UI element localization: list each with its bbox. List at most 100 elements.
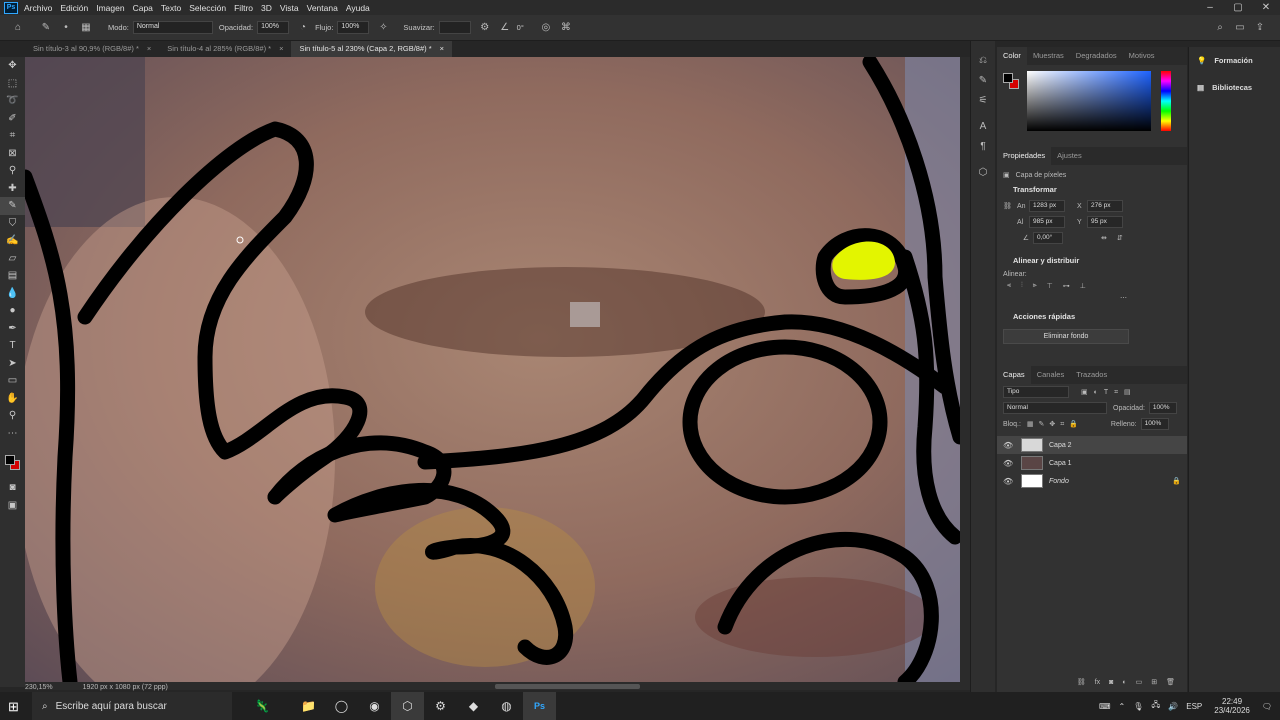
move-tool-icon[interactable]: ✥ — [0, 57, 25, 75]
document-canvas[interactable] — [25, 57, 960, 682]
align-center-h-icon[interactable]: ⫶ — [1021, 282, 1023, 290]
healing-tool-icon[interactable]: ✚ — [0, 180, 25, 198]
align-top-icon[interactable]: ⊤ — [1047, 282, 1053, 290]
flow-input[interactable]: 100% — [337, 21, 370, 34]
trash-icon[interactable]: 🗑 — [1166, 678, 1175, 686]
align-right-icon[interactable]: ⫸ — [1033, 282, 1037, 290]
group-icon[interactable]: ▭ — [1136, 678, 1143, 686]
airbrush-icon[interactable]: ✧ — [375, 20, 391, 36]
blend-mode-select[interactable]: Normal — [1003, 402, 1107, 414]
flip-horizontal-icon[interactable]: ⇹ — [1101, 234, 1107, 242]
workspace-icon[interactable]: ▭ — [1232, 20, 1248, 36]
vertical-scrollbar[interactable] — [960, 57, 970, 682]
brush-tool-icon[interactable]: ✎ — [38, 20, 54, 36]
saturation-field[interactable] — [1027, 71, 1151, 131]
file-explorer-icon[interactable]: 📁 — [292, 692, 325, 720]
blur-tool-icon[interactable]: 💧 — [0, 285, 25, 303]
lock-icons[interactable]: ▦✎✥⌗🔒 — [1027, 420, 1083, 429]
brush-settings-icon[interactable]: ▦ — [78, 20, 94, 36]
layer-opacity-input[interactable]: 100% — [1148, 402, 1177, 414]
tab-capas[interactable]: Capas — [997, 366, 1031, 384]
zoom-level[interactable]: 230,15% — [25, 684, 53, 691]
x-input[interactable]: 276 px — [1087, 200, 1123, 212]
width-input[interactable]: 1283 px — [1029, 200, 1065, 212]
3d-icon[interactable]: ⬡ — [971, 163, 995, 183]
language-indicator[interactable]: ESP — [1186, 702, 1202, 711]
brush-preset-icon[interactable]: • — [58, 20, 74, 36]
menu-ventana[interactable]: Ventana — [307, 3, 338, 13]
foreground-color-swatch[interactable] — [5, 455, 15, 465]
share-icon[interactable]: ⇪ — [1252, 20, 1268, 36]
link-layers-icon[interactable]: ⛓ — [1077, 678, 1086, 686]
opacity-input[interactable]: 100% — [257, 21, 290, 34]
eraser-tool-icon[interactable]: ▱ — [0, 250, 25, 268]
formacion-item[interactable]: 💡 Formación — [1189, 47, 1280, 74]
layer-capa-1[interactable]: 👁 Capa 1 — [997, 454, 1187, 472]
opera-icon[interactable]: ◯ — [325, 692, 358, 720]
stamp-tool-icon[interactable]: ⛉ — [0, 215, 25, 233]
crop-tool-icon[interactable]: ⌗ — [0, 127, 25, 145]
align-bottom-icon[interactable]: ⊥ — [1080, 282, 1086, 290]
maximize-icon[interactable]: ▢ — [1224, 2, 1252, 13]
history-brush-icon[interactable]: ✍ — [0, 232, 25, 250]
menu-3d[interactable]: 3D — [261, 3, 272, 13]
notifications-icon[interactable]: 🗨 — [1262, 702, 1272, 711]
search-icon[interactable]: ⌕ — [1212, 20, 1228, 36]
hue-slider[interactable] — [1161, 71, 1171, 131]
discord-icon[interactable]: ◉ — [358, 692, 391, 720]
tab-sin-titulo-5[interactable]: Sin título-5 al 230% (Capa 2, RGB/8#) * × — [291, 41, 453, 57]
symmetry-icon[interactable]: ⌘ — [558, 20, 574, 36]
network-icon[interactable]: 🖧 — [1151, 699, 1160, 713]
tab-close-icon[interactable]: × — [279, 41, 283, 57]
menu-edicion[interactable]: Edición — [60, 3, 88, 13]
smoothing-settings-icon[interactable]: ⚙ — [477, 20, 493, 36]
tab-close-icon[interactable]: × — [440, 41, 444, 57]
quick-mask-icon[interactable]: ◙ — [0, 479, 25, 497]
shape-tool-icon[interactable]: ▭ — [0, 372, 25, 390]
tab-trazados[interactable]: Trazados — [1070, 366, 1113, 384]
screen-mode-icon[interactable]: ▣ — [0, 497, 25, 515]
tab-sin-titulo-3[interactable]: Sin título-3 al 90,9% (RGB/8#) * × — [25, 41, 159, 57]
marquee-tool-icon[interactable]: ⬚ — [0, 75, 25, 93]
menu-filtro[interactable]: Filtro — [234, 3, 253, 13]
brush-settings-panel-icon[interactable]: ✎ — [971, 71, 995, 91]
layer-fondo[interactable]: 👁 Fondo 🔒 — [997, 472, 1187, 490]
hand-tool-icon[interactable]: ✋ — [0, 390, 25, 408]
tab-motivos[interactable]: Motivos — [1123, 47, 1161, 65]
taskbar-search[interactable]: ⌕ Escribe aquí para buscar — [32, 692, 232, 720]
layer-filter-select[interactable]: Tipo — [1003, 386, 1069, 398]
fx-icon[interactable]: fx — [1095, 679, 1100, 686]
tab-degradados[interactable]: Degradados — [1070, 47, 1123, 65]
layer-capa-2[interactable]: 👁 Capa 2 — [997, 436, 1187, 454]
tab-close-icon[interactable]: × — [147, 41, 151, 57]
zoom-tool-icon[interactable]: ⚲ — [0, 407, 25, 425]
dodge-tool-icon[interactable]: ● — [0, 302, 25, 320]
clock[interactable]: 22:49 23/4/2026 — [1214, 697, 1250, 715]
angle-input[interactable]: 0,00° — [1033, 232, 1063, 244]
frame-tool-icon[interactable]: ⊠ — [0, 145, 25, 163]
tab-ajustes[interactable]: Ajustes — [1051, 147, 1088, 165]
menu-archivo[interactable]: Archivo — [24, 3, 52, 13]
epic-icon[interactable]: ◆ — [457, 692, 490, 720]
mask-icon[interactable]: ◙ — [1109, 679, 1113, 686]
brush-tool-icon[interactable]: ✎ — [0, 197, 25, 215]
obs-icon[interactable]: ◍ — [490, 692, 523, 720]
menu-seleccion[interactable]: Selección — [189, 3, 226, 13]
volume-icon[interactable]: 🔊 — [1168, 702, 1178, 711]
quick-actions-section[interactable]: Acciones rápidas — [997, 308, 1187, 325]
more-options-icon[interactable]: ⋯ — [997, 292, 1187, 304]
lasso-tool-icon[interactable]: ➰ — [0, 92, 25, 110]
menu-vista[interactable]: Vista — [280, 3, 299, 13]
photoshop-taskbar-icon[interactable]: Ps — [523, 692, 556, 720]
tab-sin-titulo-4[interactable]: Sin título-4 al 285% (RGB/8#) * × — [159, 41, 291, 57]
app-icon[interactable]: ⬡ — [391, 692, 424, 720]
path-select-tool-icon[interactable]: ➤ — [0, 355, 25, 373]
steam-icon[interactable]: ⚙ — [424, 692, 457, 720]
adjustment-icon[interactable]: ◐ — [1122, 679, 1126, 686]
flip-vertical-icon[interactable]: ⇵ — [1117, 234, 1123, 242]
adjust-icon[interactable]: ⚟ — [971, 91, 995, 111]
scroll-thumb[interactable] — [495, 684, 640, 689]
tab-muestras[interactable]: Muestras — [1027, 47, 1070, 65]
menu-imagen[interactable]: Imagen — [96, 3, 124, 13]
eyedropper-tool-icon[interactable]: ⚲ — [0, 162, 25, 180]
